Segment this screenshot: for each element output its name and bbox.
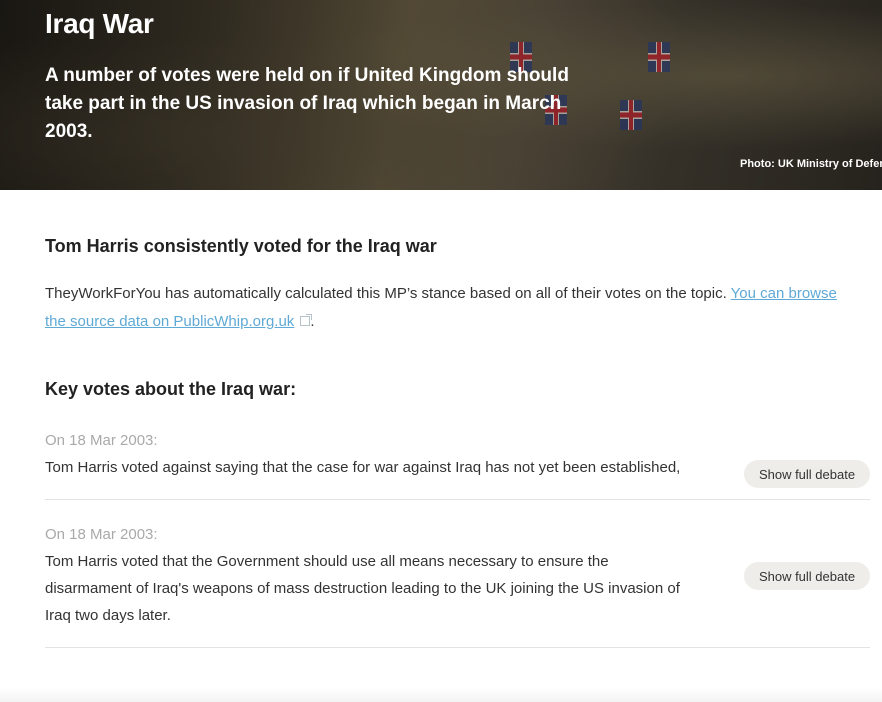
stance-prefix: Tom Harris consistently voted for the: [45, 236, 368, 256]
show-full-debate-button[interactable]: Show full debate: [744, 562, 870, 590]
vote-item: On 18 Mar 2003: Tom Harris voted against…: [45, 430, 870, 500]
show-full-debate-button[interactable]: Show full debate: [744, 460, 870, 488]
vote-item: On 18 Mar 2003: Tom Harris voted that th…: [45, 524, 870, 648]
external-link-icon: [300, 314, 313, 326]
explanation-text: TheyWorkForYou has automatically calcula…: [45, 285, 731, 302]
photo-credit: Photo: UK Ministry of Defence: [740, 158, 882, 170]
key-votes-heading: Key votes about the Iraq war:: [45, 376, 870, 402]
key-votes-topic: Iraq war: [221, 379, 291, 399]
vote-list: On 18 Mar 2003: Tom Harris voted against…: [45, 430, 870, 648]
vote-description: Tom Harris voted that the Government sho…: [45, 553, 680, 624]
hero-banner: Iraq War A number of votes were held on …: [0, 0, 882, 190]
key-votes-prefix: Key votes about the: [45, 379, 222, 399]
main-content: Tom Harris consistently voted for the Ir…: [45, 190, 870, 672]
key-votes-suffix: :: [290, 379, 297, 399]
page-title: Iraq War: [45, 8, 154, 39]
vote-description: Tom Harris voted against saying that the…: [45, 459, 681, 476]
topic-description: A number of votes were held on if United…: [45, 65, 569, 142]
stance-explanation: TheyWorkForYou has automatically calcula…: [45, 280, 855, 336]
stance-topic: Iraq war: [367, 236, 437, 256]
bottom-fade: [0, 688, 882, 702]
stance-heading: Tom Harris consistently voted for the Ir…: [45, 234, 870, 258]
vote-date: On 18 Mar 2003:: [45, 432, 158, 449]
vote-date: On 18 Mar 2003:: [45, 526, 158, 543]
